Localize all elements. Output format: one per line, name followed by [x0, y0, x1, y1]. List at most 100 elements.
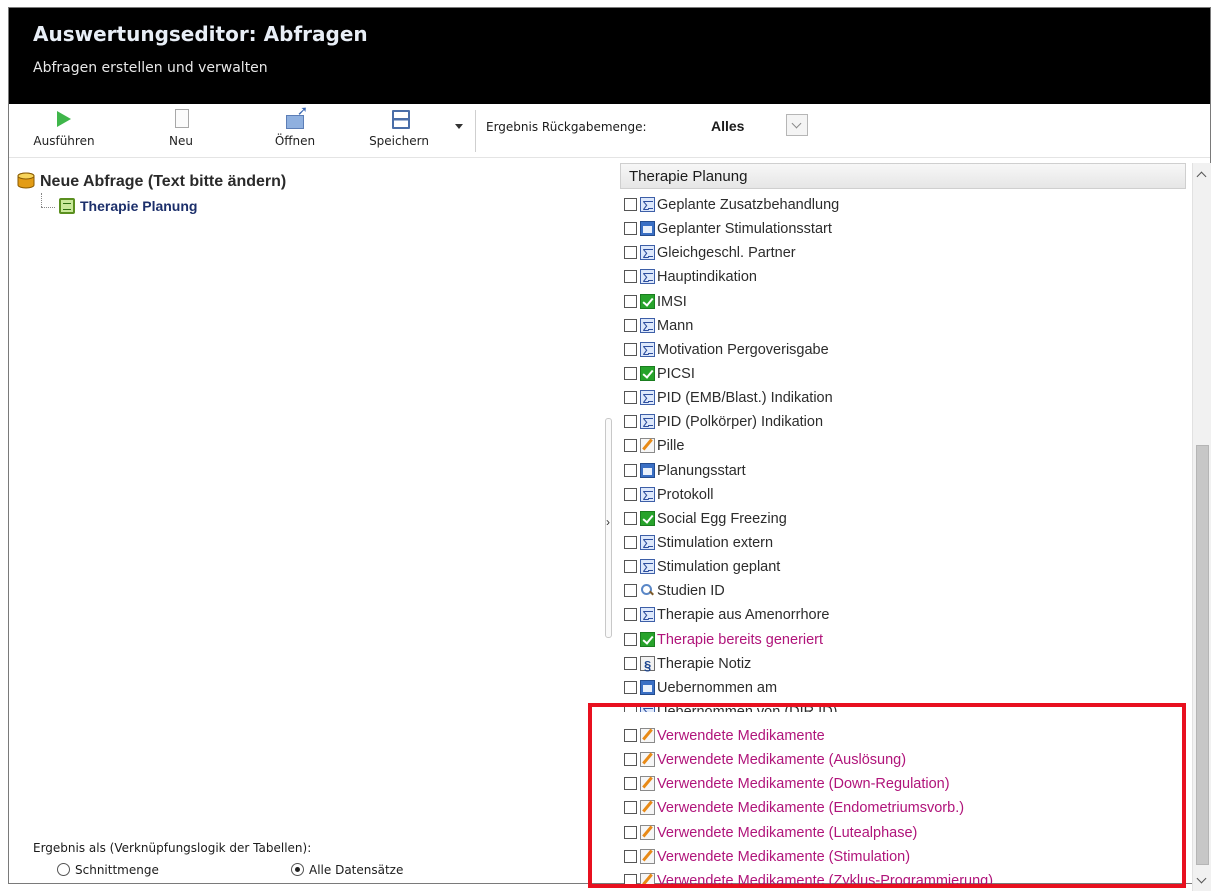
field-checkbox[interactable]	[624, 222, 637, 236]
radio-all-records[interactable]: Alle Datensätze	[291, 863, 403, 877]
field-checkbox[interactable]	[624, 198, 637, 211]
open-button[interactable]: Öffnen	[265, 104, 325, 148]
field-row[interactable]: Protokoll	[624, 483, 993, 508]
field-row[interactable]: Verwendete Medikamente (Auslösung)	[624, 748, 993, 772]
radio-intersection[interactable]: Schnittmenge	[57, 863, 159, 877]
field-checkbox[interactable]	[624, 728, 637, 742]
field-row[interactable]: PICSI	[624, 362, 993, 386]
save-button[interactable]: Speichern	[361, 108, 437, 148]
field-checkbox[interactable]	[624, 608, 637, 622]
database-icon	[17, 172, 35, 189]
scroll-down-icon[interactable]	[1196, 873, 1207, 884]
header-bar: Auswertungseditor: Abfragen Abfragen ers…	[9, 8, 1210, 104]
field-checkbox[interactable]	[624, 366, 637, 380]
edit-icon	[640, 848, 655, 864]
field-checkbox[interactable]	[624, 680, 637, 694]
result-set-label: Ergebnis Rückgabemenge:	[486, 120, 647, 134]
field-row[interactable]: Planungsstart	[624, 459, 993, 483]
save-dropdown-arrow-icon[interactable]	[455, 124, 463, 129]
field-label: Therapie Notiz	[657, 655, 752, 672]
field-label: PICSI	[657, 365, 695, 382]
field-checkbox[interactable]	[624, 704, 637, 712]
field-checkbox[interactable]	[624, 391, 637, 405]
field-label: Therapie bereits generiert	[657, 631, 824, 648]
sum-icon	[640, 604, 655, 628]
field-row[interactable]: Verwendete Medikamente	[624, 724, 993, 748]
field-checkbox[interactable]	[624, 511, 637, 525]
field-row[interactable]: Studien ID	[624, 579, 993, 603]
query-editor-window: Auswertungseditor: Abfragen Abfragen ers…	[8, 7, 1211, 891]
field-row[interactable]: Geplanter Stimulationsstart	[624, 217, 993, 241]
field-checkbox[interactable]	[624, 318, 637, 332]
field-checkbox[interactable]	[624, 584, 637, 598]
field-row[interactable]: Stimulation geplant	[624, 555, 993, 580]
field-checkbox[interactable]	[624, 270, 637, 284]
field-row[interactable]: Verwendete Medikamente (Lutealphase)	[624, 821, 993, 845]
field-row[interactable]: Pille	[624, 434, 993, 458]
result-set-value[interactable]: Alles	[711, 118, 744, 134]
panel-splitter[interactable]	[605, 418, 612, 638]
field-label: IMSI	[657, 293, 687, 310]
field-checkbox[interactable]	[624, 632, 637, 646]
field-checkbox[interactable]	[624, 415, 637, 429]
field-checkbox[interactable]	[624, 873, 637, 887]
field-checkbox[interactable]	[624, 439, 637, 453]
field-checkbox[interactable]	[624, 656, 637, 670]
sum-icon	[640, 266, 655, 290]
check-icon	[640, 510, 655, 526]
execute-label: Ausführen	[33, 134, 95, 148]
toolbar-separator	[475, 110, 476, 152]
field-row[interactable]: IMSI	[624, 290, 993, 314]
field-row[interactable]: Geplante Zusatzbehandlung	[624, 193, 993, 218]
field-row[interactable]: Verwendete Medikamente (Endometriumsvorb…	[624, 796, 993, 820]
field-checkbox[interactable]	[624, 560, 637, 574]
field-row[interactable]: Mann	[624, 314, 993, 339]
tree-root-query[interactable]: Neue Abfrage (Text bitte ändern)	[17, 172, 286, 191]
field-checkbox[interactable]	[624, 801, 637, 815]
field-checkbox[interactable]	[624, 535, 637, 549]
sum-icon	[640, 339, 655, 363]
sum-icon	[640, 532, 655, 556]
field-label: Hauptindikation	[657, 269, 757, 286]
scrollbar-thumb[interactable]	[1196, 445, 1209, 865]
field-row[interactable]: Therapie bereits generiert	[624, 628, 993, 652]
field-row[interactable]: Therapie aus Amenorrhore	[624, 603, 993, 628]
field-checkbox[interactable]	[624, 487, 637, 501]
field-checkbox[interactable]	[624, 753, 637, 767]
new-document-icon	[170, 108, 192, 130]
field-row[interactable]: Verwendete Medikamente (Down-Regulation)	[624, 772, 993, 796]
field-row[interactable]: Social Egg Freezing	[624, 507, 993, 531]
field-row[interactable]: Verwendete Medikamente (Zyklus-Programmi…	[624, 869, 993, 891]
field-checkbox[interactable]	[624, 463, 637, 477]
field-row[interactable]: Gleichgeschl. Partner	[624, 241, 993, 266]
field-checkbox[interactable]	[624, 246, 637, 260]
tree-item-therapie-planung[interactable]: Therapie Planung	[59, 198, 197, 214]
field-list: Geplante Zusatzbehandlung Geplanter Stimu…	[624, 193, 993, 891]
field-row[interactable]: PID (Polkörper) Indikation	[624, 410, 993, 435]
field-row[interactable]: Motivation Pergoverisgabe	[624, 338, 993, 363]
sum-icon	[640, 194, 655, 218]
result-set-dropdown-button[interactable]	[786, 114, 808, 136]
new-button[interactable]: Neu	[159, 108, 203, 148]
field-checkbox[interactable]	[624, 825, 637, 839]
field-row[interactable]: PID (EMB/Blast.) Indikation	[624, 386, 993, 411]
check-icon	[640, 365, 655, 381]
field-checkbox[interactable]	[624, 294, 637, 308]
field-label: Planungsstart	[657, 462, 746, 479]
execute-button[interactable]: Ausführen	[29, 108, 99, 148]
scroll-up-icon[interactable]	[1196, 171, 1207, 182]
field-row[interactable]: Uebernommen am	[624, 676, 993, 700]
tree-root-label: Neue Abfrage (Text bitte ändern)	[40, 173, 287, 190]
vertical-scrollbar[interactable]	[1192, 163, 1211, 891]
field-checkbox[interactable]	[624, 777, 637, 791]
field-row[interactable]: Uebernommen von (DIR ID)	[624, 700, 993, 712]
field-row[interactable]: Stimulation extern	[624, 531, 993, 556]
field-row[interactable]: Verwendete Medikamente (Stimulation)	[624, 845, 993, 869]
field-checkbox[interactable]	[624, 342, 637, 356]
field-label: Studien ID	[657, 583, 725, 600]
field-checkbox[interactable]	[624, 849, 637, 863]
toolbar: Ausführen Neu Öffnen Speichern Ergebnis …	[9, 104, 1210, 158]
field-label: PID (Polkörper) Indikation	[657, 414, 824, 431]
field-row[interactable]: Hauptindikation	[624, 265, 993, 290]
field-row[interactable]: Therapie Notiz	[624, 652, 993, 678]
